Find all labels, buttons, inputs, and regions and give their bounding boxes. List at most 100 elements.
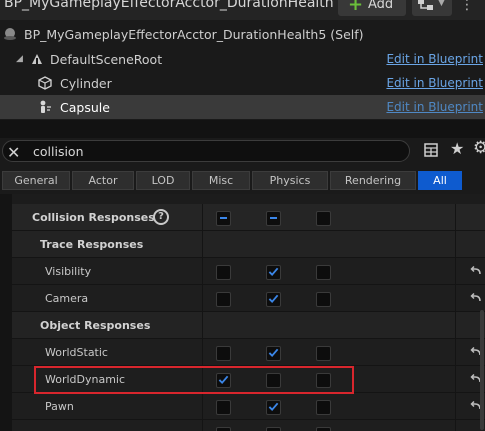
response-label: WorldStatic [45, 346, 108, 359]
chevron-down-icon: ▼ [438, 0, 445, 8]
component-tree: BP_MyGameplayEffectorAcctor_DurationHeal… [0, 20, 485, 120]
response-label: Camera [45, 292, 89, 305]
tab-actor[interactable]: Actor [72, 171, 134, 190]
block-checkbox[interactable] [316, 427, 331, 431]
checkmark-icon [268, 294, 279, 304]
block-checkbox[interactable] [316, 292, 331, 307]
column-divider [455, 258, 456, 285]
edit-in-blueprint-link[interactable]: Edit in Blueprint [386, 100, 483, 114]
column-divider [202, 393, 203, 420]
panel-separator [0, 120, 485, 138]
annotation-highlight-box [34, 366, 354, 394]
edit-in-blueprint-link[interactable]: Edit in Blueprint [386, 76, 483, 90]
column-divider [455, 204, 456, 231]
overlap-checkbox[interactable] [266, 400, 281, 415]
scene-root-icon [32, 54, 42, 64]
blueprint-options-button[interactable]: ▼ [412, 0, 452, 16]
trace-responses-header: Trace Responses [12, 231, 485, 258]
tree-item-label: Cylinder [60, 76, 112, 91]
collision-details-grid: Collision Responses ? Trace Responses Vi… [0, 194, 485, 431]
tree-row-capsule[interactable]: Capsule Edit in Blueprint [0, 95, 485, 119]
column-divider [202, 258, 203, 285]
block-checkbox[interactable] [316, 346, 331, 361]
overlap-all-checkbox[interactable] [266, 211, 281, 226]
search-field[interactable]: ✕ [2, 140, 410, 162]
response-label: Pawn [45, 400, 74, 413]
search-input[interactable] [33, 143, 393, 159]
checkmark-icon [268, 267, 279, 277]
tab-general[interactable]: General [2, 171, 70, 190]
table-view-icon[interactable] [424, 143, 438, 157]
collision-responses-label: Collision Responses [32, 211, 155, 224]
collision-responses-header: Collision Responses ? [12, 204, 485, 231]
help-icon[interactable]: ? [153, 209, 169, 225]
blueprint-icon [418, 0, 433, 10]
column-divider [455, 231, 456, 258]
column-divider [455, 339, 456, 366]
tree-root-label: BP_MyGameplayEffectorAcctor_DurationHeal… [24, 27, 364, 42]
add-component-button[interactable]: + Add [338, 0, 406, 16]
expand-arrow-icon[interactable]: ◢ [16, 54, 23, 64]
column-divider [202, 339, 203, 366]
add-label: Add [368, 0, 394, 12]
reset-arrow-icon[interactable] [470, 265, 482, 277]
column-divider [202, 204, 203, 231]
overlap-checkbox[interactable] [266, 346, 281, 361]
column-divider [202, 312, 203, 339]
gear-icon[interactable]: ⚙ [473, 138, 485, 158]
edit-in-blueprint-link[interactable]: Edit in Blueprint [386, 52, 483, 66]
star-icon[interactable]: ★ [450, 139, 464, 158]
reset-arrow-icon[interactable] [470, 292, 482, 304]
mixed-dash-icon [270, 217, 277, 219]
tree-item-label: DefaultSceneRoot [50, 52, 163, 67]
actor-icon [4, 28, 16, 40]
block-checkbox[interactable] [316, 265, 331, 280]
details-search-bar: ✕ ★ ⚙ [0, 138, 485, 166]
response-row-pawn: Pawn [12, 393, 485, 420]
column-divider [455, 393, 456, 420]
column-divider [455, 312, 456, 339]
checkmark-icon [268, 348, 279, 358]
tab-misc[interactable]: Misc [192, 171, 250, 190]
dots-icon[interactable]: ⋮ [460, 0, 474, 13]
overlap-checkbox[interactable] [266, 292, 281, 307]
ignore-checkbox[interactable] [216, 265, 231, 280]
ignore-checkbox[interactable] [216, 292, 231, 307]
block-all-checkbox[interactable] [316, 211, 331, 226]
response-row-partial [12, 420, 485, 431]
tree-row-defaultsceneroot[interactable]: ◢ DefaultSceneRoot Edit in Blueprint [0, 47, 485, 71]
ignore-checkbox[interactable] [216, 346, 231, 361]
trace-responses-label: Trace Responses [40, 238, 144, 251]
tab-all[interactable]: All [418, 171, 462, 190]
tab-lod[interactable]: LOD [136, 171, 190, 190]
column-divider [455, 420, 456, 431]
ignore-checkbox[interactable] [216, 400, 231, 415]
mixed-dash-icon [220, 217, 227, 219]
tree-row-self[interactable]: BP_MyGameplayEffectorAcctor_DurationHeal… [0, 22, 485, 46]
response-label: Visibility [45, 265, 92, 278]
overlap-checkbox[interactable] [266, 265, 281, 280]
column-divider [455, 285, 456, 312]
response-row-visibility: Visibility [12, 258, 485, 285]
tree-row-cylinder[interactable]: Cylinder Edit in Blueprint [0, 71, 485, 95]
blueprint-name: BP_MyGameplayEffectorAcctor_DurationHeal… [4, 0, 334, 11]
column-divider [202, 231, 203, 258]
overlap-checkbox[interactable] [266, 427, 281, 431]
checkmark-icon [268, 402, 279, 412]
ignore-checkbox[interactable] [216, 427, 231, 431]
details-scrollbar[interactable] [480, 310, 484, 430]
response-row-worldstatic: WorldStatic [12, 339, 485, 366]
plus-icon: + [348, 0, 364, 15]
title-bar: BP_MyGameplayEffectorAcctor_DurationHeal… [0, 0, 485, 20]
column-divider [455, 366, 456, 393]
ignore-all-checkbox[interactable] [216, 211, 231, 226]
block-checkbox[interactable] [316, 400, 331, 415]
close-icon[interactable]: ✕ [7, 143, 20, 162]
tree-item-label: Capsule [60, 100, 110, 115]
object-responses-label: Object Responses [40, 319, 151, 332]
column-divider [202, 285, 203, 312]
filter-tabs: General Actor LOD Misc Physics Rendering… [0, 166, 485, 194]
tab-rendering[interactable]: Rendering [330, 171, 416, 190]
tab-physics[interactable]: Physics [252, 171, 328, 190]
response-row-camera: Camera [12, 285, 485, 312]
